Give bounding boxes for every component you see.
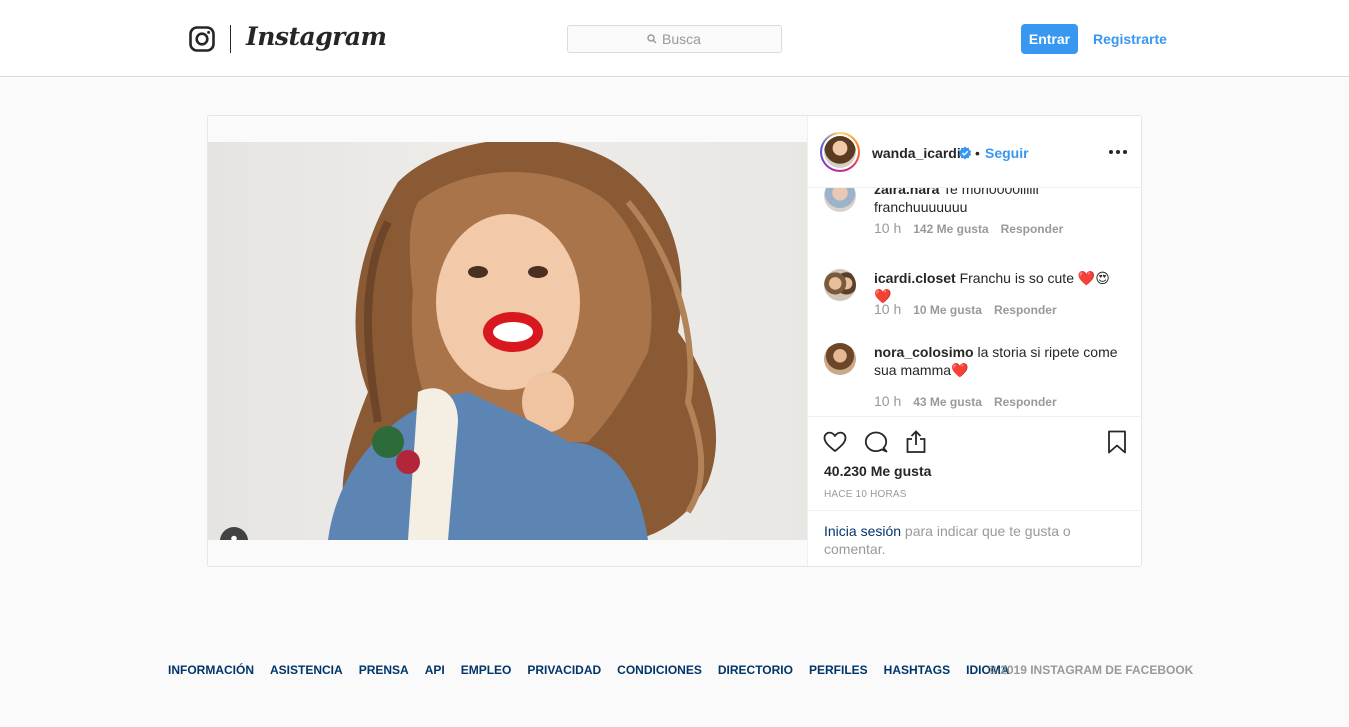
- footer-link-informacion[interactable]: INFORMACIÓN: [168, 663, 254, 677]
- search-input[interactable]: [662, 31, 702, 47]
- login-link[interactable]: Inicia sesión: [824, 523, 901, 539]
- footer-copyright: © 2019 INSTAGRAM DE FACEBOOK: [988, 663, 1194, 677]
- comment-avatar[interactable]: [824, 269, 856, 301]
- search-icon: [647, 34, 657, 44]
- footer-navigation: INFORMACIÓN ASISTENCIA PRENSA API EMPLEO…: [168, 663, 1009, 677]
- avatar-image: [824, 136, 856, 168]
- user-tag-icon: [231, 535, 237, 540]
- comment-likes[interactable]: 10 Me gusta: [913, 303, 982, 317]
- avatar[interactable]: [820, 132, 860, 172]
- comment-username[interactable]: zaira.nara: [874, 188, 939, 197]
- bookmark-icon[interactable]: [1104, 429, 1130, 455]
- footer-link-prensa[interactable]: PRENSA: [359, 663, 409, 677]
- share-icon[interactable]: [903, 429, 929, 455]
- post-photo-illustration: [328, 142, 716, 540]
- more-options-icon[interactable]: [1108, 142, 1128, 162]
- verified-badge-icon: [958, 146, 972, 160]
- comment-username[interactable]: icardi.closet: [874, 270, 956, 286]
- logo-divider: [230, 25, 231, 53]
- top-navigation-bar: Instagram Entrar Registrarte: [0, 0, 1349, 77]
- post-photo[interactable]: [208, 142, 807, 540]
- reply-button[interactable]: Responder: [994, 303, 1057, 317]
- instagram-glyph-icon[interactable]: [189, 26, 215, 52]
- comment-time[interactable]: 10 h: [874, 393, 901, 409]
- comment-username[interactable]: nora_colosimo: [874, 344, 974, 360]
- footer-link-privacidad[interactable]: PRIVACIDAD: [527, 663, 601, 677]
- footer-link-hashtags[interactable]: HASHTAGS: [884, 663, 950, 677]
- comment-likes[interactable]: 142 Me gusta: [913, 222, 988, 236]
- comment-likes[interactable]: 43 Me gusta: [913, 395, 982, 409]
- login-button[interactable]: Entrar: [1021, 24, 1078, 54]
- post-sidebar: wanda_icardi • Seguir zaira.nara Te mori…: [807, 116, 1142, 566]
- post-author-username[interactable]: wanda_icardi: [872, 145, 961, 161]
- reply-button[interactable]: Responder: [994, 395, 1057, 409]
- post-timestamp[interactable]: HACE 10 HORAS: [824, 489, 907, 500]
- instagram-wordmark[interactable]: Instagram: [246, 22, 387, 51]
- likes-count[interactable]: 40.230 Me gusta: [824, 463, 931, 479]
- comments-list[interactable]: zaira.nara Te mori0000iiiiii franchuuuuu…: [808, 188, 1142, 417]
- footer-link-perfiles[interactable]: PERFILES: [809, 663, 868, 677]
- search-box[interactable]: [567, 25, 782, 53]
- footer-link-condiciones[interactable]: CONDICIONES: [617, 663, 702, 677]
- signup-link[interactable]: Registrarte: [1093, 31, 1167, 47]
- post-media: [208, 116, 807, 566]
- post-card: wanda_icardi • Seguir zaira.nara Te mori…: [207, 115, 1142, 567]
- comment-time[interactable]: 10 h: [874, 301, 901, 317]
- post-header: wanda_icardi • Seguir: [808, 116, 1142, 188]
- footer-link-empleo[interactable]: EMPLEO: [461, 663, 512, 677]
- comment-icon[interactable]: [863, 429, 889, 455]
- comment-avatar[interactable]: [824, 343, 856, 375]
- follow-button[interactable]: Seguir: [985, 145, 1029, 161]
- comment-time[interactable]: 10 h: [874, 220, 901, 236]
- comment-avatar[interactable]: [824, 188, 856, 212]
- heart-icon[interactable]: [822, 429, 848, 455]
- footer-link-asistencia[interactable]: ASISTENCIA: [270, 663, 343, 677]
- separator-dot: •: [975, 145, 980, 161]
- footer-link-api[interactable]: API: [425, 663, 445, 677]
- footer-link-directorio[interactable]: DIRECTORIO: [718, 663, 793, 677]
- reply-button[interactable]: Responder: [1001, 222, 1064, 236]
- post-actions-bar: [808, 417, 1142, 467]
- login-to-comment-prompt: Inicia sesión para indicar que te gusta …: [808, 510, 1142, 566]
